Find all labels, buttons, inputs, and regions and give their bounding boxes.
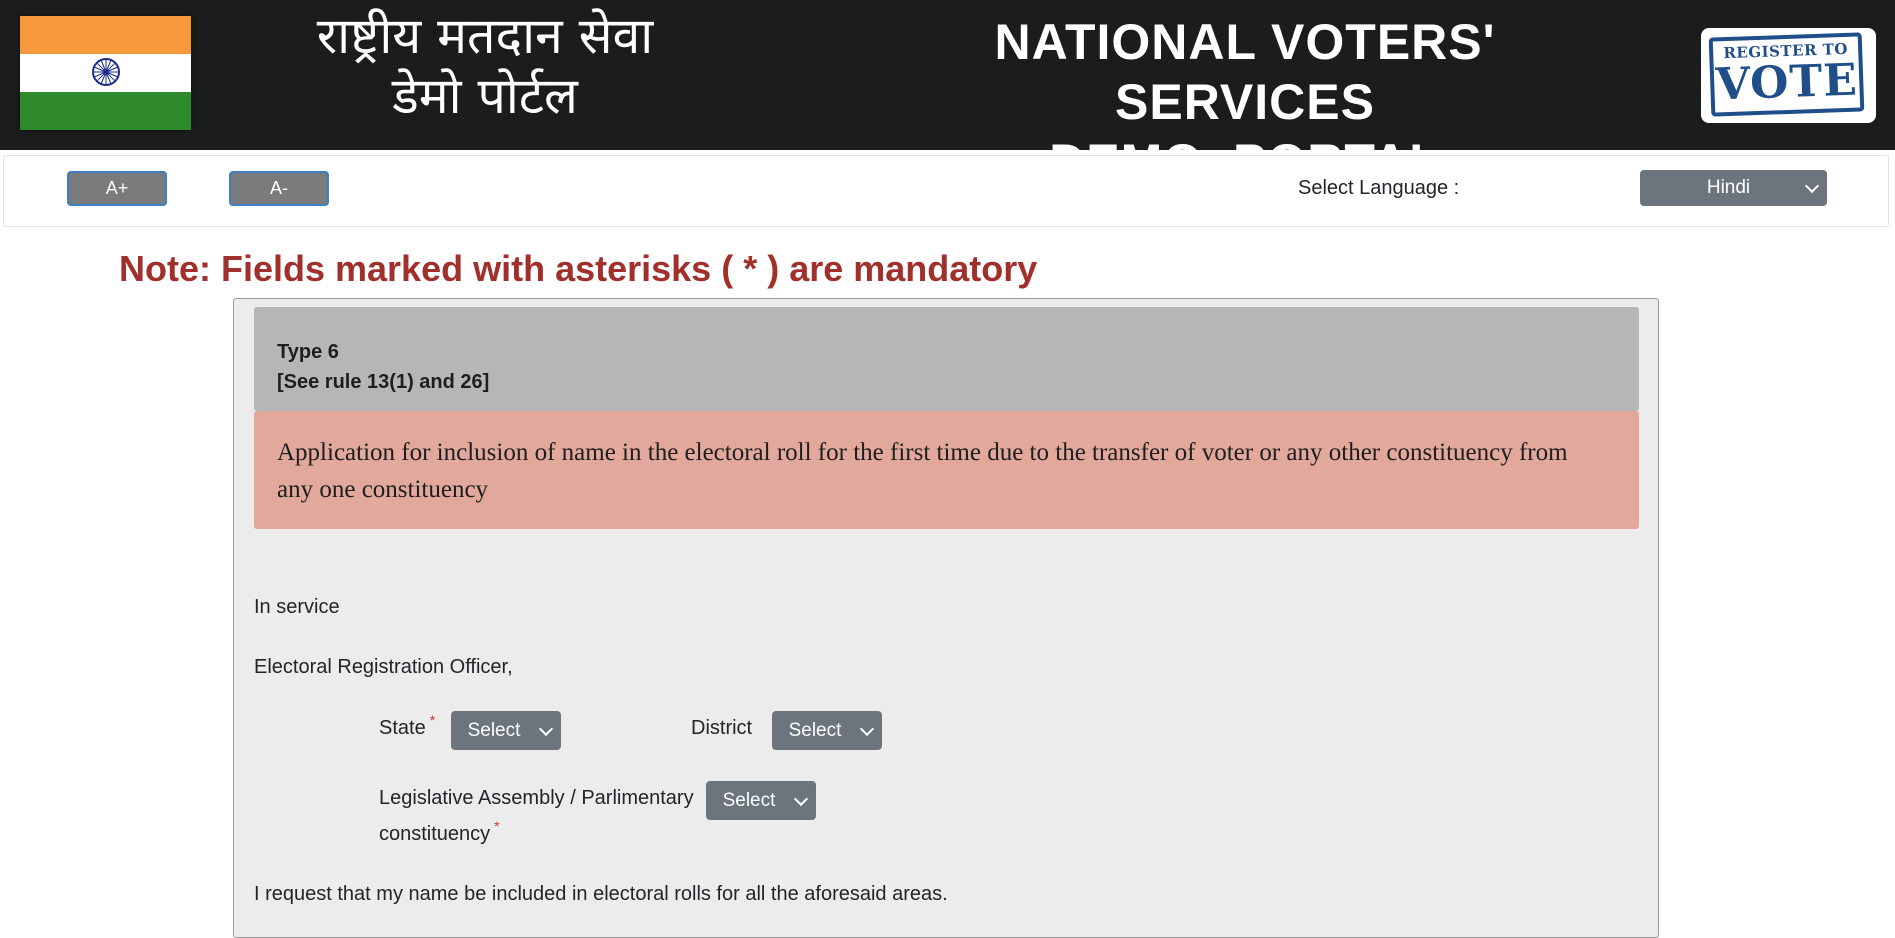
required-marker: * xyxy=(429,712,436,728)
application-form: Type 6 [See rule 13(1) and 26] Applicati… xyxy=(233,298,1659,938)
ero-text: Electoral Registration Officer, xyxy=(254,656,513,678)
constituency-label-line1: Legislative Assembly / Parlimentary xyxy=(379,787,694,809)
ashoka-chakra-icon xyxy=(92,58,120,86)
form-type-rule: [See rule 13(1) and 26] xyxy=(277,371,490,393)
english-title-line1: NATIONAL VOTERS' SERVICES xyxy=(994,14,1496,130)
required-marker: * xyxy=(494,818,500,834)
india-flag-icon xyxy=(20,16,191,130)
application-title-box: Application for inclusion of name in the… xyxy=(254,411,1639,529)
flag-green-band xyxy=(20,92,191,130)
increase-font-button[interactable]: A+ xyxy=(67,171,167,206)
mandatory-fields-note: Note: Fields marked with asterisks ( * )… xyxy=(119,248,1038,289)
chevron-down-icon xyxy=(859,721,875,736)
state-label-text: State xyxy=(379,717,426,739)
constituency-select[interactable]: Select xyxy=(706,781,816,820)
form-type-title: Type 6 xyxy=(277,341,339,363)
request-text: I request that my name be included in el… xyxy=(254,883,948,905)
flag-saffron-band xyxy=(20,16,191,54)
site-header: राष्ट्रीय मतदान सेवा डेमो पोर्टल NATIONA… xyxy=(0,0,1895,190)
hindi-title-line2: डेमो पोर्टल xyxy=(392,67,578,125)
district-select[interactable]: Select xyxy=(772,711,882,750)
district-label: District xyxy=(691,717,753,739)
constituency-label-text: constituency xyxy=(379,823,491,845)
decrease-font-button[interactable]: A- xyxy=(229,171,329,206)
constituency-label-line2: constituency * xyxy=(379,818,500,848)
state-select[interactable]: Select xyxy=(451,711,561,750)
in-service-text: In service xyxy=(254,596,340,618)
constituency-select-value: Select xyxy=(722,790,776,811)
hindi-portal-title: राष्ट्रीय मतदान सेवा डेमो पोर्टल xyxy=(250,6,720,126)
logo-text-main: VOTE xyxy=(1714,54,1859,111)
form-type-header: Type 6 [See rule 13(1) and 26] xyxy=(254,307,1639,411)
application-title: Application for inclusion of name in the… xyxy=(277,439,1568,503)
district-select-value: Select xyxy=(788,720,842,741)
vote-stamp: REGISTER TO VOTE xyxy=(1708,32,1865,117)
language-label: Select Language : xyxy=(1298,177,1460,199)
chevron-down-icon xyxy=(793,791,809,806)
language-select[interactable]: Hindi xyxy=(1640,170,1827,206)
state-label: State * xyxy=(379,712,436,742)
accessibility-toolbar: A+ A- Select Language : Hindi xyxy=(3,155,1889,227)
language-selected-value: Hindi xyxy=(1706,177,1751,198)
state-select-value: Select xyxy=(467,720,521,741)
hindi-title-line1: राष्ट्रीय मतदान सेवा xyxy=(316,7,654,65)
register-to-vote-logo-icon: REGISTER TO VOTE xyxy=(1701,28,1876,123)
chevron-down-icon xyxy=(538,721,554,736)
